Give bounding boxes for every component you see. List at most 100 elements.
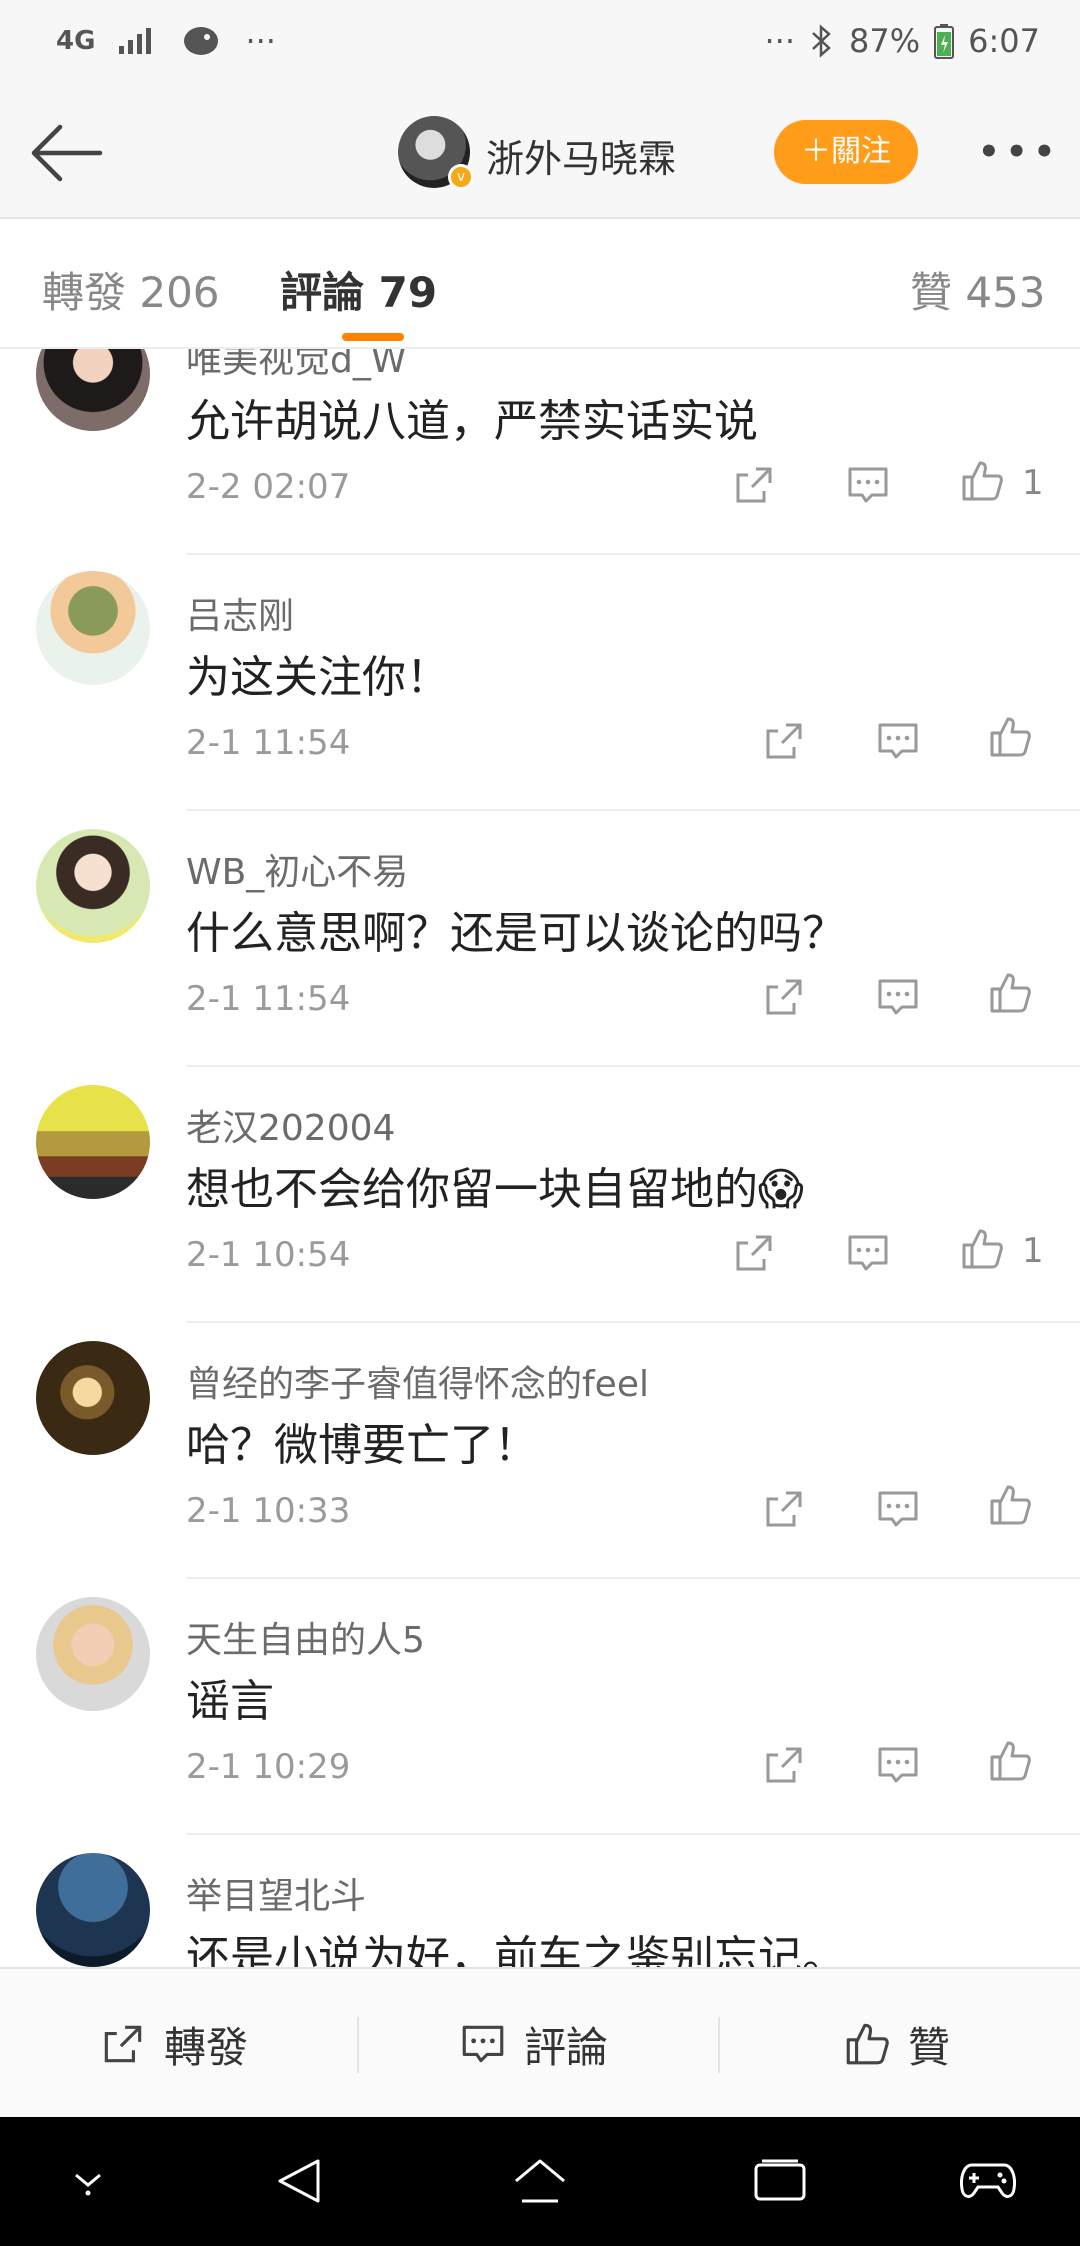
back-nav-icon[interactable] — [274, 2155, 324, 2207]
like-label: 贊 — [908, 2022, 951, 2072]
repost-button[interactable]: 轉發 — [98, 1969, 248, 2119]
app-notification-icon — [184, 27, 219, 55]
comment-username[interactable]: 天生自由的人5 — [186, 1611, 425, 1663]
divider — [186, 809, 1080, 811]
comment-item: 吕志刚 为这关注你！ 2-1 11:54 — [0, 571, 1080, 829]
repost-icon[interactable] — [760, 1485, 808, 1533]
like-icon[interactable] — [986, 969, 1034, 1017]
divider — [186, 1065, 1080, 1067]
comment-time: 2-1 10:29 — [186, 1747, 351, 1787]
user-avatar[interactable] — [36, 349, 150, 431]
comment-icon — [462, 2025, 504, 2063]
divider — [357, 2017, 359, 2073]
divider — [186, 1577, 1080, 1579]
comment-icon[interactable] — [874, 717, 922, 765]
repost-icon[interactable] — [730, 461, 778, 509]
comment-text: 还是小说为好，前车之鉴别忘记。 — [186, 1932, 846, 1967]
divider — [186, 553, 1080, 555]
like-icon[interactable] — [958, 1225, 1006, 1273]
system-nav-bar — [0, 2117, 1080, 2246]
bottom-action-bar: 轉發 評論 贊 — [0, 1967, 1080, 2117]
comment-username[interactable]: WB_初心不易 — [186, 843, 408, 895]
like-icon[interactable] — [986, 1481, 1034, 1529]
divider — [186, 1833, 1080, 1835]
top-nav-bar: v 浙外马晓霖 ＋關注 ••• — [0, 92, 1080, 219]
comment-time: 2-1 10:33 — [186, 1491, 351, 1531]
divider — [718, 2017, 720, 2073]
verified-badge-icon: v — [448, 164, 474, 190]
comment-label: 評論 — [524, 2022, 609, 2072]
comment-item: 天生自由的人5 谣言 2-1 10:29 — [0, 1597, 1080, 1853]
home-nav-icon[interactable] — [510, 2155, 570, 2207]
tab-likes[interactable]: 贊 453 — [910, 259, 1046, 320]
like-icon[interactable] — [958, 457, 1006, 505]
comment-icon[interactable] — [874, 1741, 922, 1789]
comment-icon[interactable] — [844, 461, 892, 509]
comment-item: 举目望北斗 还是小说为好，前车之鉴别忘记。 — [0, 1853, 1080, 1967]
active-tab-indicator — [342, 333, 404, 341]
user-avatar[interactable] — [36, 829, 150, 943]
divider — [186, 1321, 1080, 1323]
author-name[interactable]: 浙外马晓霖 — [486, 128, 676, 183]
recent-apps-icon[interactable] — [752, 2157, 808, 2205]
user-avatar[interactable] — [36, 1085, 150, 1199]
back-arrow-icon[interactable] — [26, 118, 106, 188]
repost-icon — [104, 2025, 142, 2063]
comment-text: 什么意思啊？还是可以谈论的吗？ — [186, 908, 846, 959]
comment-time: 2-1 10:54 — [186, 1235, 351, 1275]
follow-button[interactable]: ＋關注 — [774, 120, 918, 184]
comment-icon[interactable] — [844, 1229, 892, 1277]
comment-text: 谣言 — [186, 1676, 274, 1727]
comment-item: 老汉202004 想也不会给你留一块自留地的😱 2-1 10:54 1 — [0, 1085, 1080, 1341]
comment-text: 为这关注你！ — [186, 652, 450, 703]
hide-keyboard-icon[interactable] — [66, 2163, 110, 2199]
comment-list[interactable]: 唯美视觉d_W 允许胡说八道，严禁实话实说 2-2 02:07 1 吕志刚 为这… — [0, 349, 1080, 1967]
comment-item: 唯美视觉d_W 允许胡说八道，严禁实话实说 2-2 02:07 1 — [0, 349, 1080, 573]
repost-icon[interactable] — [760, 973, 808, 1021]
repost-icon[interactable] — [730, 1229, 778, 1277]
repost-label: 轉發 — [164, 2022, 249, 2072]
comment-text: 允许胡说八道，严禁实话实说 — [186, 396, 758, 447]
signal-icon — [119, 28, 152, 54]
user-avatar[interactable] — [36, 1853, 150, 1967]
bluetooth-icon — [812, 24, 831, 58]
like-count: 1 — [1022, 463, 1044, 503]
like-icon[interactable] — [986, 1737, 1034, 1785]
comment-time: 2-2 02:07 — [186, 467, 351, 507]
comment-time: 2-1 11:54 — [186, 723, 351, 763]
comment-icon[interactable] — [874, 1485, 922, 1533]
like-icon — [846, 2023, 889, 2065]
user-avatar[interactable] — [36, 571, 150, 685]
tab-reposts[interactable]: 轉發 206 — [42, 259, 220, 320]
comment-username[interactable]: 唯美视觉d_W — [186, 349, 406, 383]
comment-username[interactable]: 吕志刚 — [186, 587, 294, 639]
comment-button[interactable]: 評論 — [458, 1969, 608, 2119]
more-notifications-icon: ··· — [245, 22, 276, 60]
like-icon[interactable] — [986, 713, 1034, 761]
battery-icon — [934, 24, 955, 59]
tab-comments[interactable]: 評論 79 — [280, 259, 437, 320]
repost-icon[interactable] — [760, 1741, 808, 1789]
comment-text: 想也不会给你留一块自留地的😱 — [186, 1164, 804, 1215]
tab-bar: 轉發 206 評論 79 贊 453 — [0, 219, 1080, 349]
comment-time: 2-1 11:54 — [186, 979, 351, 1019]
comment-text: 哈？微博要亡了！ — [186, 1420, 538, 1471]
comment-icon[interactable] — [874, 973, 922, 1021]
game-controller-icon[interactable] — [958, 2157, 1018, 2203]
status-bar: 4G ··· ··· 87% 6:07 — [0, 0, 1080, 92]
clock: 6:07 — [968, 22, 1040, 60]
more-options-icon[interactable]: ••• — [978, 132, 1061, 172]
user-avatar[interactable] — [36, 1341, 150, 1455]
like-button[interactable]: 贊 — [842, 1969, 950, 2119]
comment-username[interactable]: 举目望北斗 — [186, 1867, 366, 1919]
more-status-icon: ··· — [764, 22, 796, 60]
comment-item: 曾经的李子睿值得怀念的feel 哈？微博要亡了！ 2-1 10:33 — [0, 1341, 1080, 1597]
repost-icon[interactable] — [760, 717, 808, 765]
user-avatar[interactable] — [36, 1597, 150, 1711]
comment-item: WB_初心不易 什么意思啊？还是可以谈论的吗？ 2-1 11:54 — [0, 829, 1080, 1085]
comment-username[interactable]: 老汉202004 — [186, 1099, 395, 1151]
battery-percent: 87% — [849, 22, 921, 60]
network-indicator: 4G — [56, 26, 96, 56]
comment-username[interactable]: 曾经的李子睿值得怀念的feel — [186, 1355, 649, 1407]
like-count: 1 — [1022, 1231, 1044, 1271]
